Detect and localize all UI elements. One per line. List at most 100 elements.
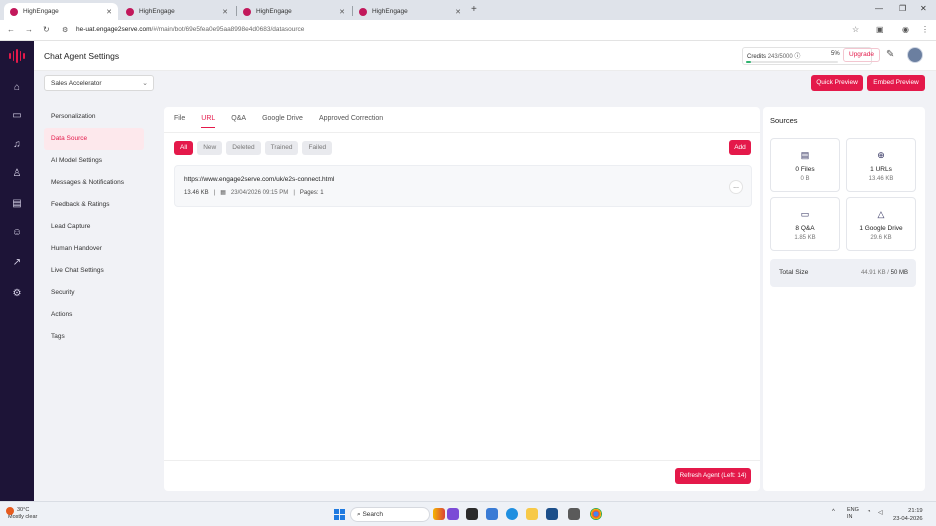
sidepanel-icon[interactable]: ▣ <box>876 25 884 34</box>
close-tab-icon[interactable]: ✕ <box>106 8 112 16</box>
menu-item-actions[interactable]: Actions <box>44 304 144 326</box>
list-item[interactable]: https://www.engage2serve.com/uk/e2s-conn… <box>174 165 752 207</box>
restore-icon[interactable]: ❐ <box>899 4 906 13</box>
more-options-button[interactable]: ... <box>729 180 743 194</box>
teams-icon[interactable] <box>486 508 498 520</box>
filter-trained[interactable]: Trained <box>264 141 299 155</box>
system-clock[interactable]: 21:19 23-04-2026 <box>893 507 923 523</box>
reload-icon[interactable]: ↻ <box>43 25 50 34</box>
source-meta: 13.46 KB | ▦ 23/04/2026 09:15 PM | Pages… <box>184 189 324 197</box>
menu-item-feedback-ratings[interactable]: Feedback & Ratings <box>44 194 144 216</box>
source-card-qa[interactable]: ▭ 8 Q&A 1.85 KB <box>770 197 840 251</box>
quick-preview-button[interactable]: Quick Preview <box>811 75 863 91</box>
headset-icon[interactable]: ♫ <box>9 137 25 153</box>
bot-icon[interactable]: ♙ <box>9 166 25 182</box>
contacts-icon[interactable]: ☺ <box>9 225 25 241</box>
tab-google-drive[interactable]: Google Drive <box>262 115 303 128</box>
taskbar-search-label: Search <box>362 511 384 518</box>
tab-file[interactable]: File <box>174 115 185 128</box>
browser-tab[interactable]: HighEngage ✕ <box>237 3 351 20</box>
new-tab-icon[interactable]: + <box>471 4 477 15</box>
inbox-icon[interactable]: ▭ <box>9 108 25 124</box>
close-tab-icon[interactable]: ✕ <box>339 8 345 16</box>
embed-preview-button[interactable]: Embed Preview <box>867 75 925 91</box>
url-host: he-uat.engage2serve.com <box>76 26 152 33</box>
weather-condition: Mostly clear <box>8 514 38 520</box>
menu-item-tags[interactable]: Tags <box>44 326 144 348</box>
info-icon[interactable]: ⓘ <box>794 54 800 60</box>
avatar[interactable] <box>907 47 923 63</box>
site-info-icon[interactable]: ⚙ <box>62 26 68 34</box>
source-card-name: 8 Q&A <box>795 225 815 232</box>
forward-icon[interactable]: → <box>25 25 33 34</box>
close-tab-icon[interactable]: ✕ <box>455 8 461 16</box>
favicon-icon <box>10 7 18 16</box>
widgets-icon[interactable] <box>433 508 445 520</box>
url-field[interactable]: he-uat.engage2serve.com/#/main/bot/69e5f… <box>76 26 304 33</box>
weather-widget[interactable]: 30°C Mostly clear <box>6 507 38 521</box>
edit-icon[interactable]: ✎ <box>886 49 894 60</box>
source-size: 13.46 KB <box>184 189 209 196</box>
close-window-icon[interactable]: ✕ <box>920 4 927 13</box>
menu-item-live-chat-settings[interactable]: Live Chat Settings <box>44 260 144 282</box>
minimize-icon[interactable]: — <box>875 4 883 13</box>
calendar-icon: ▦ <box>220 190 226 196</box>
wifi-icon[interactable]: ◔ <box>867 509 871 515</box>
filter-deleted[interactable]: Deleted <box>226 141 261 155</box>
divider: | <box>213 189 216 196</box>
close-tab-icon[interactable]: ✕ <box>222 8 228 16</box>
browser-tab[interactable]: HighEngage ✕ <box>4 3 118 20</box>
filter-failed[interactable]: Failed <box>302 141 333 155</box>
home-icon[interactable]: ⌂ <box>9 80 25 96</box>
weather-temp: 30°C <box>17 507 30 513</box>
source-card-name: 0 Files <box>795 166 815 173</box>
add-button[interactable]: Add <box>729 140 751 155</box>
browser-menu-icon[interactable]: ⋮ <box>921 25 929 34</box>
back-icon[interactable]: ← <box>7 25 15 34</box>
volume-icon[interactable]: ◁ <box>878 509 883 516</box>
menu-item-human-handover[interactable]: Human Handover <box>44 238 144 260</box>
menu-item-lead-capture[interactable]: Lead Capture <box>44 216 144 238</box>
upgrade-button[interactable]: Upgrade <box>843 48 880 62</box>
agent-select[interactable]: Sales Accelerator ⌄ <box>44 75 154 91</box>
tab-qa[interactable]: Q&A <box>231 115 246 128</box>
task-view-icon[interactable] <box>466 508 478 520</box>
source-date: 23/04/2026 09:15 PM <box>230 189 289 196</box>
edge-icon[interactable] <box>506 508 518 520</box>
divider: | <box>293 189 295 196</box>
settings-gear-icon[interactable]: ⚙ <box>9 286 25 302</box>
bookmark-star-icon[interactable]: ☆ <box>852 25 859 34</box>
browser-tab[interactable]: HighEngage ✕ <box>120 3 234 20</box>
weather-icon <box>6 507 14 515</box>
tab-approved-correction[interactable]: Approved Correction <box>319 115 383 128</box>
analytics-icon[interactable]: ↗ <box>9 255 25 271</box>
total-size-label: Total Size <box>779 269 809 276</box>
source-card-files[interactable]: ▤ 0 Files 0 B <box>770 138 840 192</box>
taskbar-search[interactable]: ⌕ Search <box>350 507 430 522</box>
language-indicator[interactable]: ENG IN <box>847 507 859 521</box>
profile-icon[interactable]: ◉ <box>902 25 909 34</box>
menu-item-personalization[interactable]: Personalization <box>44 106 144 128</box>
tray-chevron-icon[interactable]: ^ <box>832 509 835 515</box>
source-card-urls[interactable]: ⊕ 1 URLs 13.46 KB <box>846 138 916 192</box>
chrome-icon[interactable] <box>590 508 602 520</box>
browser-tab[interactable]: HighEngage ✕ <box>353 3 467 20</box>
app-icon[interactable] <box>447 508 459 520</box>
menu-item-security[interactable]: Security <box>44 282 144 304</box>
filter-new[interactable]: New <box>197 141 223 155</box>
store-icon[interactable] <box>546 508 558 520</box>
menu-item-data-source[interactable]: Data Source <box>44 128 144 150</box>
windows-start-icon[interactable] <box>334 509 345 520</box>
menu-item-ai-model-settings[interactable]: AI Model Settings <box>44 150 144 172</box>
source-card-google-drive[interactable]: △ 1 Google Drive 29.6 KB <box>846 197 916 251</box>
source-url: https://www.engage2serve.com/uk/e2s-conn… <box>184 176 335 183</box>
menu-item-messages-notifications[interactable]: Messages & Notifications <box>44 172 144 194</box>
tab-url[interactable]: URL <box>201 115 216 128</box>
refresh-agent-button[interactable]: Refresh Agent (Left: 14) <box>675 468 751 484</box>
app-logo[interactable] <box>9 49 25 63</box>
search-icon: ⌕ <box>357 511 361 518</box>
knowledge-icon[interactable]: ▤ <box>9 196 25 212</box>
snipping-tool-icon[interactable] <box>568 508 580 520</box>
file-explorer-icon[interactable] <box>526 508 538 520</box>
filter-all[interactable]: All <box>174 141 194 155</box>
